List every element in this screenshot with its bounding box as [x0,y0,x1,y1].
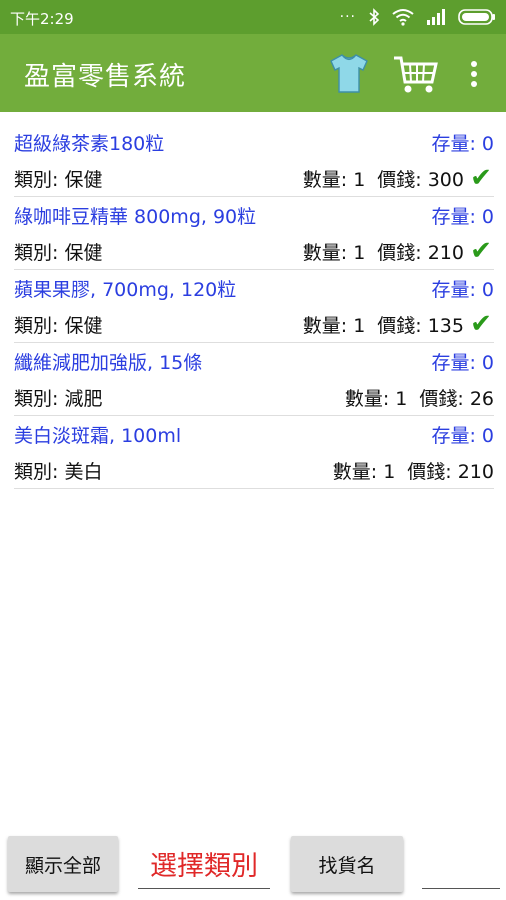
signal-icon [427,9,445,25]
price-label: 價錢: 135 [377,314,464,337]
find-name-button[interactable]: 找貨名 [291,836,403,892]
qty-price-group: 數量: 1 價錢: 210 [333,457,494,484]
category-label: 類別: 美白 [14,460,103,483]
product-name: 綠咖啡豆精華 800mg, 90粒 [14,205,257,228]
app-bar: 盈富零售系統 [0,34,506,112]
category-label: 類別: 保健 [14,314,103,337]
shirt-icon [330,54,368,93]
quantity-label: 數量: 1 [344,387,408,410]
overflow-menu-button[interactable] [462,56,486,92]
price-label: 價錢: 300 [377,168,464,191]
category-label: 類別: 保健 [14,241,103,264]
product-item[interactable]: 美白淡斑霜, 100ml 存量: 0 類別: 美白 數量: 1 價錢: 210 [14,416,494,489]
more-vert-icon [471,61,477,87]
price-label: 價錢: 26 [419,387,494,410]
quantity-label: 數量: 1 [302,168,366,191]
product-header-row: 超級綠茶素180粒 存量: 0 [14,124,494,160]
category-label: 類別: 保健 [14,168,103,191]
battery-icon [458,9,495,25]
stock-label: 存量: 0 [431,351,494,374]
product-header-row: 蘋果果膠, 700mg, 120粒 存量: 0 [14,270,494,306]
status-icons: ··· [340,6,496,28]
app-title: 盈富零售系統 [24,62,187,92]
show-all-button[interactable]: 顯示全部 [8,836,118,892]
shopping-cart-button[interactable] [392,52,440,96]
quantity-label: 數量: 1 [302,314,366,337]
product-name: 美白淡斑霜, 100ml [14,424,182,447]
stock-label: 存量: 0 [431,424,494,447]
product-header-row: 綠咖啡豆精華 800mg, 90粒 存量: 0 [14,197,494,233]
qty-price-group: 數量: 1 價錢: 26 [345,384,494,411]
price-label: 價錢: 210 [407,460,494,483]
status-bar: 下午2:29 ··· [0,0,506,34]
product-detail-row: 類別: 保健 數量: 1 價錢: 210 ✔ [14,233,494,269]
product-header-row: 纖維減肥加強版, 15條 存量: 0 [14,343,494,379]
product-list: 超級綠茶素180粒 存量: 0 類別: 保健 數量: 1 價錢: 300 ✔ 綠咖啡豆精華 … [14,124,494,489]
product-name: 纖維減肥加強版, 15條 [14,351,203,374]
shopping-cart-icon [394,56,438,93]
product-detail-row: 類別: 美白 數量: 1 價錢: 210 [14,452,494,488]
stock-label: 存量: 0 [431,278,494,301]
product-item[interactable]: 綠咖啡豆精華 800mg, 90粒 存量: 0 類別: 保健 數量: 1 價錢: 210… [14,197,494,270]
qty-price-group: 數量: 1 價錢: 300 ✔ [303,163,494,193]
checkmark-icon: ✔ [470,163,492,193]
product-header-row: 美白淡斑霜, 100ml 存量: 0 [14,416,494,452]
product-detail-row: 類別: 減肥 數量: 1 價錢: 26 [14,379,494,415]
stock-label: 存量: 0 [431,205,494,228]
product-item[interactable]: 纖維減肥加強版, 15條 存量: 0 類別: 減肥 數量: 1 價錢: 26 [14,343,494,416]
stock-label: 存量: 0 [431,132,494,155]
product-detail-row: 類別: 保健 數量: 1 價錢: 135 ✔ [14,306,494,342]
bottom-bar: 顯示全部 選擇類別 找貨名 [0,828,506,900]
checkmark-icon: ✔ [470,236,492,266]
search-input[interactable] [422,852,500,889]
category-shirt-button[interactable] [326,50,372,96]
product-name: 超級綠茶素180粒 [14,132,165,155]
bluetooth-icon [369,8,380,26]
category-label: 類別: 減肥 [14,387,103,410]
product-item[interactable]: 超級綠茶素180粒 存量: 0 類別: 保健 數量: 1 價錢: 300 ✔ [14,124,494,197]
price-label: 價錢: 210 [377,241,464,264]
category-select[interactable]: 選擇類別 [138,844,270,889]
product-detail-row: 類別: 保健 數量: 1 價錢: 300 ✔ [14,160,494,196]
checkmark-icon: ✔ [470,309,492,339]
quantity-label: 數量: 1 [332,460,396,483]
qty-price-group: 數量: 1 價錢: 135 ✔ [303,309,494,339]
status-time: 下午2:29 [10,10,74,28]
product-name: 蘋果果膠, 700mg, 120粒 [14,278,237,301]
product-item[interactable]: 蘋果果膠, 700mg, 120粒 存量: 0 類別: 保健 數量: 1 價錢: 135… [14,270,494,343]
wifi-icon [392,9,414,26]
quantity-label: 數量: 1 [302,241,366,264]
qty-price-group: 數量: 1 價錢: 210 ✔ [303,236,494,266]
more-notifications-icon: ··· [339,9,356,25]
